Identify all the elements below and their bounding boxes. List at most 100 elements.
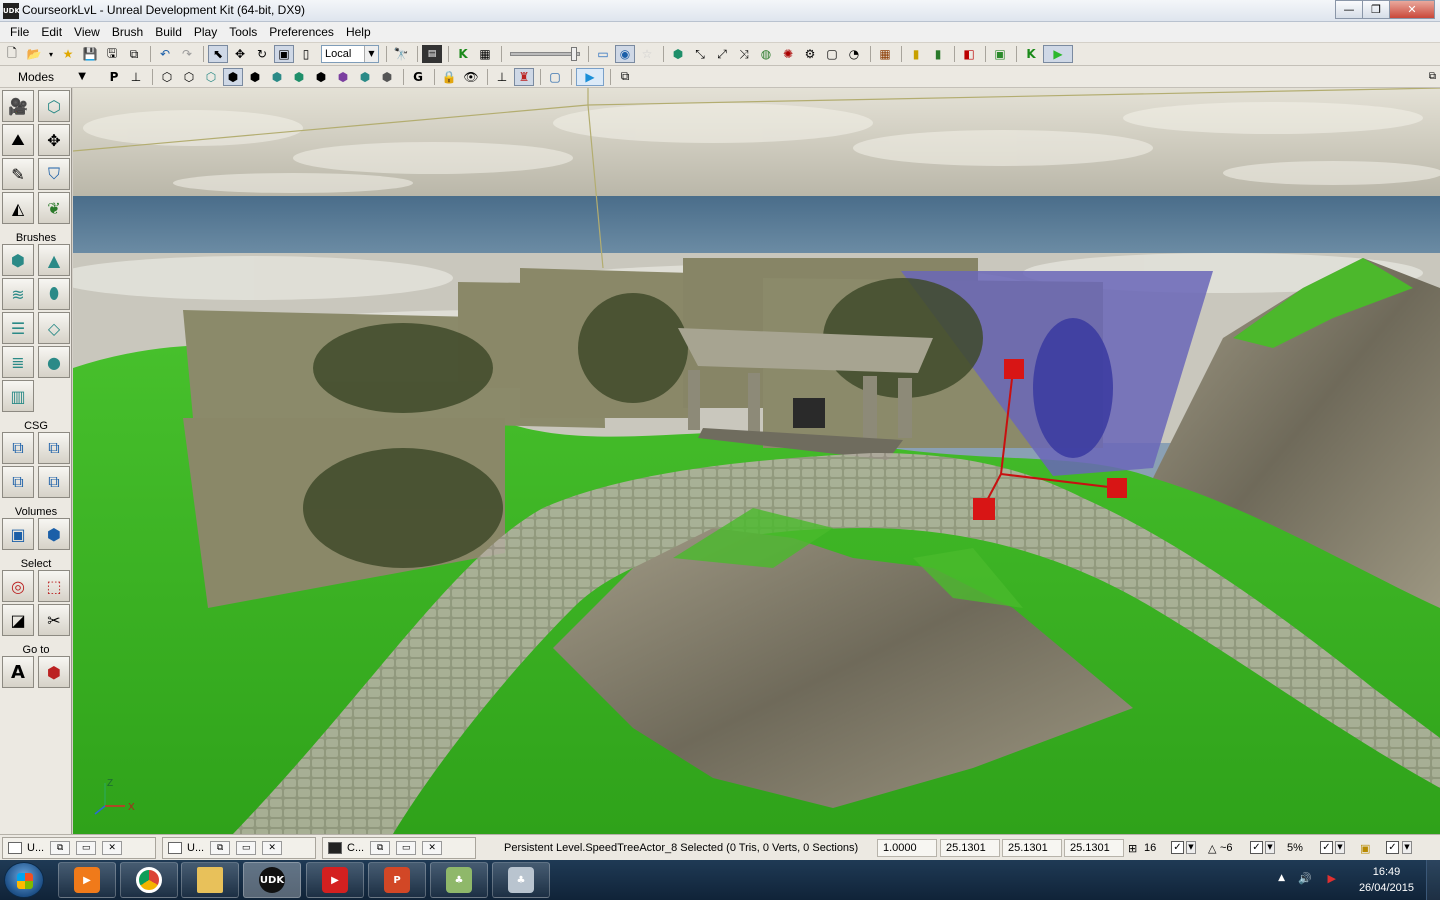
shader-complexity-icon[interactable]: ⬢	[333, 68, 353, 86]
show-all-button[interactable]: ✂	[38, 604, 70, 636]
csg-add-button[interactable]: ⧉	[2, 432, 34, 464]
show-desktop-button[interactable]	[1426, 860, 1440, 900]
maximize-icon[interactable]: ▭	[396, 841, 417, 855]
start-button[interactable]	[4, 862, 44, 898]
eye-icon[interactable]: 👁	[461, 68, 481, 86]
show-selected-button[interactable]: ◎	[2, 570, 34, 602]
volume-cube-button[interactable]: ⬢	[38, 518, 70, 550]
play-on-ps3-icon[interactable]: ◧	[959, 45, 979, 63]
nonuniform-scale-icon[interactable]: ▯	[296, 45, 316, 63]
autosave-checkbox[interactable]: ✓	[1386, 841, 1399, 854]
add-volume-button[interactable]: ▣	[2, 518, 34, 550]
taskbar-powerpoint[interactable]: P	[368, 862, 426, 898]
gizmo-z-handle[interactable]	[1004, 359, 1024, 379]
kismet-debug-icon[interactable]: K	[1021, 45, 1041, 63]
lighting-with-texture-icon[interactable]: ⬢	[377, 68, 397, 86]
camera-mode-button[interactable]: 🎥	[2, 90, 34, 122]
menu-edit[interactable]: Edit	[35, 25, 68, 39]
realtime-toggle-icon[interactable]: ⊥	[126, 68, 146, 86]
texture-alignment-button[interactable]: ✥	[38, 124, 70, 156]
slider-knob[interactable]	[571, 47, 577, 61]
taskbar-speedtree[interactable]: ♣	[430, 862, 488, 898]
static-mesh-paint-button[interactable]: ⛉	[38, 158, 70, 190]
geometry-mode-button[interactable]: ⬡	[38, 90, 70, 122]
autosave-icon[interactable]: ▣	[1360, 842, 1370, 855]
playstation-tray-icon[interactable]: ▶	[1328, 872, 1336, 885]
restore-icon[interactable]: ⧉	[210, 841, 231, 855]
cone-brush-button[interactable]: ▲	[38, 244, 70, 276]
menu-preferences[interactable]: Preferences	[263, 25, 340, 39]
cylinder-brush-button[interactable]: ⬮	[38, 278, 70, 310]
rotate-mode-icon[interactable]: ↻	[252, 45, 272, 63]
game-view-icon[interactable]: G	[408, 68, 428, 86]
drag-z-field[interactable]: 25.1301	[1064, 839, 1124, 857]
star-icon[interactable]: ☆	[637, 45, 657, 63]
maximize-icon[interactable]: ▭	[76, 841, 97, 855]
play-viewport-icon[interactable]: ▶	[576, 67, 604, 86]
menu-help[interactable]: Help	[340, 25, 377, 39]
kismet-icon[interactable]: K	[453, 45, 473, 63]
console-launcher-icon[interactable]: ▣	[990, 45, 1010, 63]
restore-icon[interactable]: ⧉	[50, 841, 71, 855]
play-on-console-icon[interactable]: ▮	[928, 45, 948, 63]
udk-app-icon[interactable]: UDK	[3, 3, 20, 19]
gizmo-y-handle[interactable]	[973, 498, 995, 520]
menu-build[interactable]: Build	[149, 25, 188, 39]
undo-icon[interactable]: ↶	[155, 45, 175, 63]
light-complexity-icon[interactable]: ⬢	[289, 68, 309, 86]
drag-x-field[interactable]: 25.1301	[940, 839, 1000, 857]
volume-icon[interactable]: 🔊	[1298, 872, 1312, 885]
save-all-icon[interactable]: ⧉	[124, 45, 144, 63]
mdi-window-3[interactable]: C... ⧉ ▭ ✕	[322, 837, 476, 859]
volumetric-brush-button[interactable]: ▥	[2, 380, 34, 412]
close-icon[interactable]: ✕	[102, 841, 123, 855]
mdi-window-2[interactable]: U... ⧉ ▭ ✕	[162, 837, 316, 859]
taskbar-media-player[interactable]: ▶	[58, 862, 116, 898]
viewport-options-icon[interactable]: ⧉	[615, 68, 635, 86]
close-icon[interactable]: ✕	[262, 841, 283, 855]
rotation-snap-checkbox[interactable]: ✓	[1250, 841, 1263, 854]
save-as-icon[interactable]: 🖫	[102, 45, 122, 63]
goto-builder-brush-button[interactable]: ⬢	[38, 656, 70, 688]
maximize-viewport-icon[interactable]: ⧉	[1429, 71, 1436, 82]
play-in-editor-icon[interactable]: ▶	[1043, 45, 1073, 63]
csg-deintersect-button[interactable]: ⧉	[38, 466, 70, 498]
mdi-window-1[interactable]: U... ⧉ ▭ ✕	[2, 837, 156, 859]
build-settings-icon[interactable]: ▢	[822, 45, 842, 63]
build-lighting-icon[interactable]: ⤢	[712, 45, 732, 63]
wireframe-icon[interactable]: ⬡	[179, 68, 199, 86]
perspective-p-icon[interactable]: P	[104, 68, 124, 86]
minimize-button[interactable]: —	[1335, 0, 1363, 19]
texture-density-icon[interactable]: ⬢	[311, 68, 331, 86]
play-on-pc-icon[interactable]: ▮	[906, 45, 926, 63]
terrain-mode-button[interactable]: ⛰	[2, 124, 34, 156]
menu-view[interactable]: View	[68, 25, 106, 39]
scale-field[interactable]: 1.0000	[877, 839, 937, 857]
scale-mode-icon[interactable]: ▣	[274, 45, 294, 63]
matinee-icon[interactable]: ▦	[475, 45, 495, 63]
lock-icon[interactable]: 🔒	[439, 68, 459, 86]
mesh-paint-button[interactable]: ✎	[2, 158, 34, 190]
lit-icon[interactable]: ⬢	[223, 67, 243, 86]
square-viewport-icon[interactable]: ▢	[545, 68, 565, 86]
spiral-stair-brush-button[interactable]: ≣	[2, 346, 34, 378]
sheet-brush-button[interactable]: ◇	[38, 312, 70, 344]
autosave-dropdown[interactable]: ▼	[1402, 841, 1412, 854]
restore-icon[interactable]: ⧉	[370, 841, 391, 855]
close-icon[interactable]: ✕	[422, 841, 443, 855]
save-icon[interactable]: 💾	[80, 45, 100, 63]
redo-icon[interactable]: ↷	[177, 45, 197, 63]
cull-distance-icon[interactable]: ◉	[615, 45, 635, 63]
build-lighting-selected-icon[interactable]: ⤨	[734, 45, 754, 63]
build-cover-icon[interactable]: ✺	[778, 45, 798, 63]
build-all-icon[interactable]: ⚙	[800, 45, 820, 63]
recent-dropdown-icon[interactable]: ▾	[46, 45, 56, 63]
play-in-viewport-icon[interactable]: ▦	[875, 45, 895, 63]
detail-lighting-icon[interactable]: ⬢	[245, 68, 265, 86]
brush-wireframe-icon[interactable]: ⬡	[157, 68, 177, 86]
post-process-icon[interactable]: ♜	[514, 67, 534, 86]
streaming-volume-icon[interactable]: ⊥	[492, 68, 512, 86]
csg-subtract-button[interactable]: ⧉	[38, 432, 70, 464]
csg-intersect-button[interactable]: ⧉	[2, 466, 34, 498]
linear-stair-brush-button[interactable]: ☰	[2, 312, 34, 344]
